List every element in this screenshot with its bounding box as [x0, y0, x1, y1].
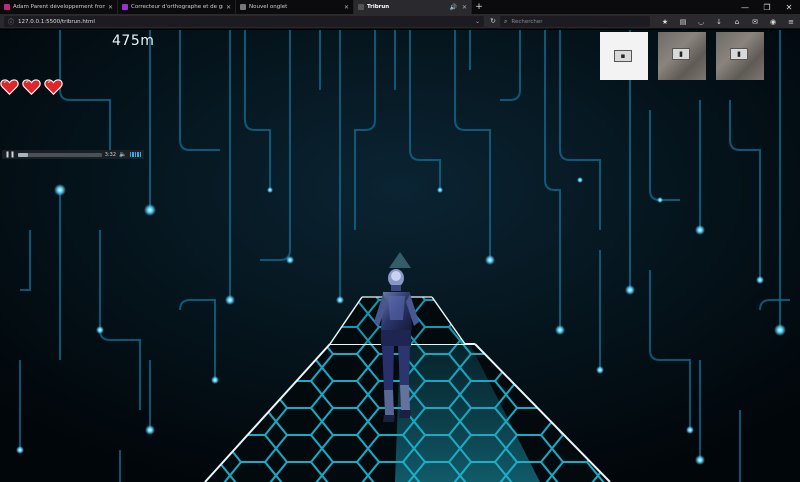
audio-time: 3:32: [104, 151, 117, 158]
home-icon[interactable]: ⌂: [730, 15, 744, 28]
library-icon[interactable]: ▤: [676, 15, 690, 28]
speaker-icon[interactable]: 🔊: [449, 4, 456, 11]
tab-title: Tribrun: [367, 4, 390, 10]
thumbnail-block-icon: ▪: [614, 50, 632, 62]
game-scene: [0, 30, 800, 482]
address-bar[interactable]: ⓘ 127.0.0.1:5500/tribrun.html ⌄: [4, 16, 484, 27]
sync-icon[interactable]: ◉: [766, 15, 780, 28]
tab-title: Nouvel onglet: [249, 4, 288, 10]
maximize-button[interactable]: ❐: [756, 0, 778, 14]
tab-favicon-icon: [4, 4, 10, 10]
volume-icon[interactable]: 🔈: [119, 151, 126, 158]
toolbar-icons: ★ ▤ ◡ ↓ ⌂ ✉ ◉ ≡: [658, 15, 798, 28]
reload-icon[interactable]: ↻: [488, 16, 498, 27]
tab-bar: Adam Parent développement fronte... ✕ Co…: [0, 0, 800, 14]
tab-title: Adam Parent développement fronte...: [13, 4, 105, 10]
lives-indicator: [0, 78, 63, 95]
pocket-icon[interactable]: ◡: [694, 15, 708, 28]
thumbnail-1[interactable]: ▮: [658, 32, 706, 80]
audio-player[interactable]: ❚❚ 3:32 🔈: [2, 150, 144, 159]
site-info-icon[interactable]: ⓘ: [8, 17, 14, 26]
url-text[interactable]: 127.0.0.1:5500/tribrun.html: [18, 19, 471, 25]
volume-level[interactable]: [129, 152, 141, 157]
browser-tab-0[interactable]: Adam Parent développement fronte... ✕: [0, 0, 118, 14]
browser-tab-3[interactable]: Tribrun 🔊 ✕: [354, 0, 472, 14]
tab-favicon-icon: [240, 4, 246, 10]
thumbnail-block-icon: ▮: [730, 48, 748, 60]
chevron-down-icon[interactable]: ⌄: [475, 18, 480, 25]
heart-icon: [22, 79, 41, 95]
thumbnail-2[interactable]: ▮: [716, 32, 764, 80]
audio-progress-fill: [18, 152, 29, 157]
audio-progress-track[interactable]: [18, 152, 102, 157]
game-canvas[interactable]: 475m ❚❚ 3:32 🔈 ▪ ▮ ▮: [0, 30, 800, 482]
tab-title: Correcteur d'orthographe et de gra...: [131, 4, 223, 10]
window-controls: — ❐ ✕: [734, 0, 800, 14]
close-tab-icon[interactable]: ✕: [462, 4, 467, 11]
close-tab-icon[interactable]: ✕: [108, 4, 113, 11]
close-window-button[interactable]: ✕: [778, 0, 800, 14]
extension-icon[interactable]: ✉: [748, 15, 762, 28]
level-thumbnails: ▪ ▮ ▮: [600, 32, 764, 80]
search-input[interactable]: Rechercher: [511, 19, 542, 25]
minimize-button[interactable]: —: [734, 0, 756, 14]
download-icon[interactable]: ↓: [712, 15, 726, 28]
star-icon[interactable]: ★: [658, 15, 672, 28]
tab-favicon-icon: [122, 4, 128, 10]
search-bar[interactable]: ⌕ Rechercher: [500, 16, 650, 27]
pause-icon[interactable]: ❚❚: [5, 151, 15, 158]
search-icon: ⌕: [504, 17, 508, 25]
close-tab-icon[interactable]: ✕: [344, 4, 349, 11]
heart-icon: [0, 79, 19, 95]
browser-tab-1[interactable]: Correcteur d'orthographe et de gra... ✕: [118, 0, 236, 14]
heart-icon: [44, 79, 63, 95]
menu-icon[interactable]: ≡: [784, 15, 798, 28]
distance-counter: 475m: [112, 33, 155, 49]
thumbnail-0[interactable]: ▪: [600, 32, 648, 80]
new-tab-button[interactable]: +: [472, 0, 486, 14]
thumbnail-block-icon: ▮: [672, 48, 690, 60]
close-tab-icon[interactable]: ✕: [226, 4, 231, 11]
nav-bar: ⓘ 127.0.0.1:5500/tribrun.html ⌄ ↻ ⌕ Rech…: [0, 14, 800, 29]
tab-favicon-icon: [358, 4, 364, 10]
browser-tab-2[interactable]: Nouvel onglet ✕: [236, 0, 354, 14]
